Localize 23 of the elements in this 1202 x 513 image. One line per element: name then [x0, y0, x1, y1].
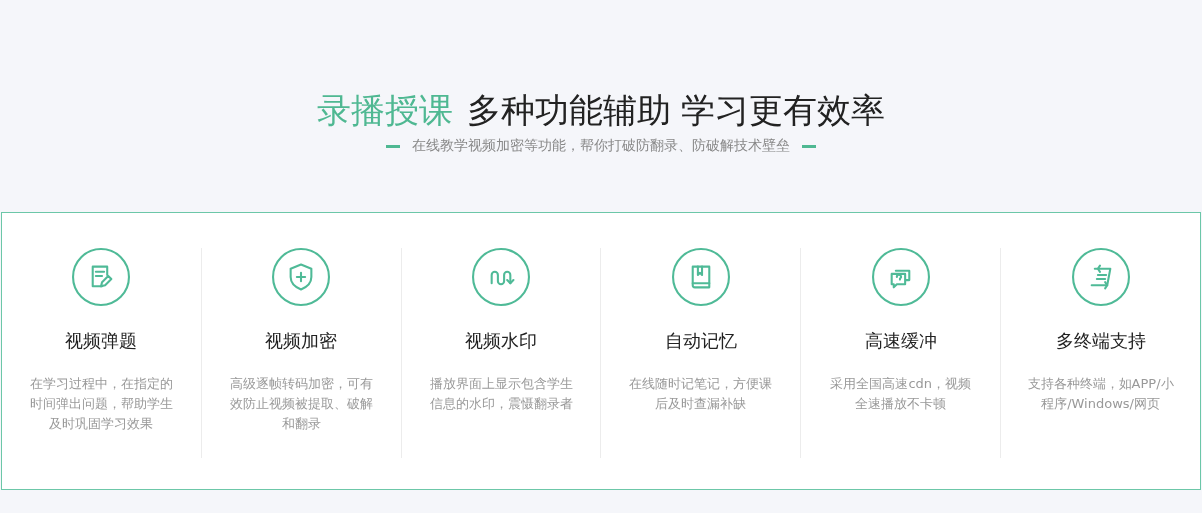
- heading-text: 多种功能辅助 学习更有效率: [466, 89, 886, 132]
- feature-title: 多终端支持: [1055, 329, 1146, 353]
- feature-description: 采用全国高速cdn，视频全速播放不卡顿: [829, 375, 973, 413]
- feature-title: 视频加密: [265, 329, 338, 353]
- feature-title: 高速缓冲: [864, 329, 937, 353]
- note-pencil-icon: [72, 248, 131, 306]
- subtitle: 在线教学视频加密等功能，帮你打破防翻录、防破解技术壁垒: [412, 137, 790, 155]
- feature-title: 视频水印: [465, 329, 538, 353]
- wave-icon: [472, 248, 531, 306]
- dash-mark: [386, 144, 400, 148]
- feature-description: 高级逐帧转码加密，可有效防止视频被提取、破解和翻录: [228, 375, 374, 433]
- book-icon: [671, 248, 730, 306]
- feature-description: 播放界面上显示包含学生信息的水印，震慑翻录者: [428, 375, 574, 413]
- question-bubbles-icon: [871, 248, 930, 306]
- feature-title: 视频弹题: [65, 329, 138, 353]
- feature-description: 在线随时记笔记，方便课后及时查漏补缺: [628, 375, 774, 413]
- arrows-list-icon: [1071, 248, 1130, 306]
- heading-highlight: 录播授课: [316, 89, 453, 132]
- feature-description: 在学习过程中，在指定的时间弹出问题，帮助学生及时巩固学习效果: [28, 375, 174, 433]
- feature-title: 自动记忆: [664, 329, 737, 353]
- feature-description: 支持各种终端，如APP/小程序/Windows/网页: [1027, 375, 1174, 413]
- shield-plus-icon: [272, 248, 331, 306]
- dash-mark: [802, 144, 816, 148]
